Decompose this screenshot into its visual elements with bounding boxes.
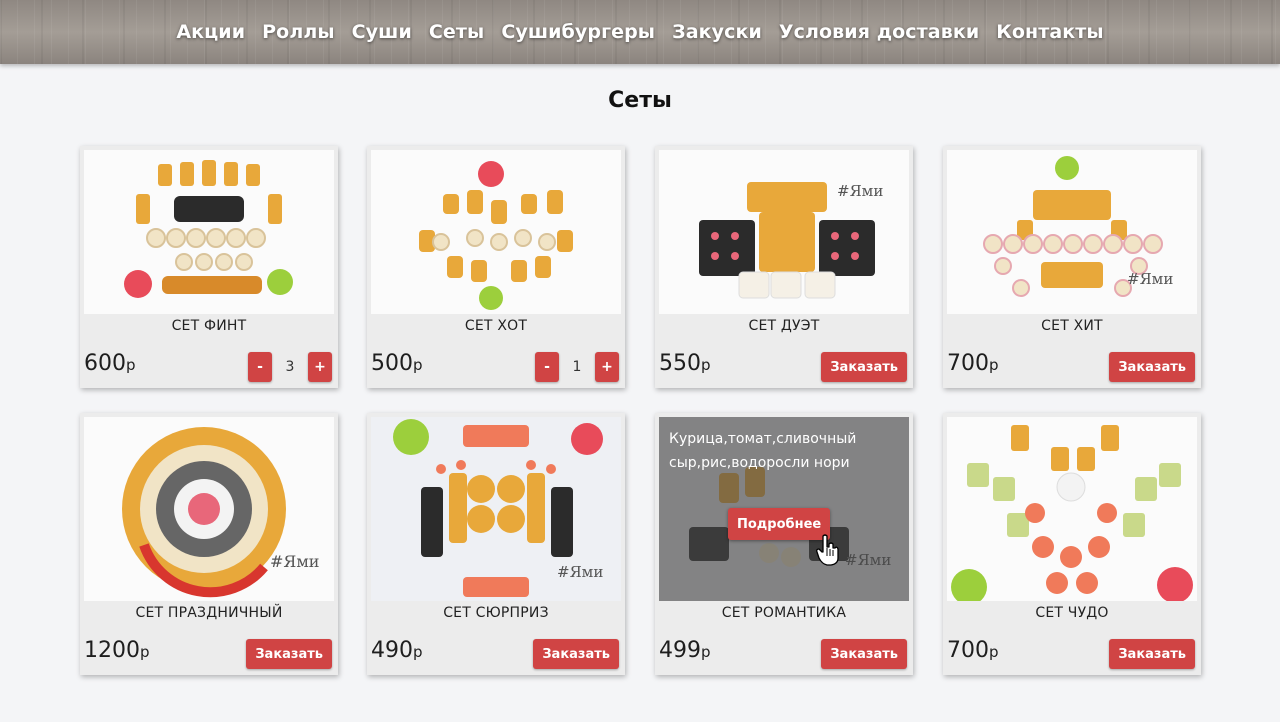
product-hover-overlay: Курица,томат,сливочный сыр,рис,водоросли… [659, 417, 909, 601]
nav-link-delivery-terms[interactable]: Условия доставки [779, 21, 979, 43]
product-name: СЕТ ПРАЗДНИЧНЫЙ [135, 605, 283, 621]
product-image[interactable] [947, 417, 1197, 601]
product-name: СЕТ СЮРПРИЗ [443, 605, 549, 621]
svg-text:#Ями: #Ями [837, 182, 883, 200]
quantity-value: 1 [572, 359, 582, 375]
product-price: 499р [659, 638, 711, 663]
product-name: СЕТ ДУЭТ [748, 318, 820, 334]
product-image[interactable]: #Ями Курица,томат,сливочный сыр,рис,водо… [659, 417, 909, 601]
nav-link-sushiburgers[interactable]: Сушибургеры [501, 21, 655, 43]
product-card: #Ями СЕТ СЮРПРИЗ 490р Заказать [367, 413, 625, 675]
increase-button[interactable]: + [595, 352, 619, 382]
nav-link-sets[interactable]: Сеты [429, 21, 484, 43]
nav-link-rolls[interactable]: Роллы [262, 21, 335, 43]
quantity-stepper: - 1 + [535, 352, 619, 382]
product-card: #Ями Курица,томат,сливочный сыр,рис,водо… [655, 413, 913, 675]
svg-text:#Ями: #Ями [270, 552, 319, 571]
product-price: 500р [371, 351, 423, 376]
product-card: СЕТ ХОТ 500р - 1 + [367, 146, 625, 388]
top-navigation: Акции Роллы Суши Сеты Сушибургеры Закуск… [0, 0, 1280, 64]
product-image[interactable]: #Ями [84, 417, 334, 601]
decrease-button[interactable]: - [248, 352, 272, 382]
product-card: #Ями СЕТ ХИТ 700р Заказать [943, 146, 1201, 388]
order-button[interactable]: Заказать [246, 639, 332, 669]
product-card: #Ями СЕТ ДУЭТ 550р Заказать [655, 146, 913, 388]
svg-text:#Ями: #Ями [557, 563, 603, 581]
order-button[interactable]: Заказать [821, 352, 907, 382]
product-description: Курица,томат,сливочный сыр,рис,водоросли… [669, 431, 857, 471]
nav-link-snacks[interactable]: Закуски [672, 21, 762, 43]
product-name: СЕТ ЧУДО [1035, 605, 1109, 621]
quantity-value: 3 [285, 359, 295, 375]
increase-button[interactable]: + [308, 352, 332, 382]
product-name: СЕТ ФИНТ [171, 318, 247, 334]
product-price: 550р [659, 351, 711, 376]
product-price: 490р [371, 638, 423, 663]
product-price: 600р [84, 351, 136, 376]
decrease-button[interactable]: - [535, 352, 559, 382]
nav-link-promotions[interactable]: Акции [176, 21, 245, 43]
details-button[interactable]: Подробнее [728, 508, 831, 540]
product-name: СЕТ РОМАНТИКА [721, 605, 847, 621]
product-price: 1200р [84, 638, 150, 663]
hand-cursor-icon [816, 534, 840, 570]
order-button[interactable]: Заказать [533, 639, 619, 669]
order-button[interactable]: Заказать [1109, 639, 1195, 669]
product-image[interactable]: #Ями [659, 150, 909, 314]
product-image[interactable] [84, 150, 334, 314]
product-image[interactable]: #Ями [371, 417, 621, 601]
product-price: 700р [947, 351, 999, 376]
product-image[interactable]: #Ями [947, 150, 1197, 314]
product-card: #Ями СЕТ ПРАЗДНИЧНЫЙ 1200р Заказать [80, 413, 338, 675]
product-price: 700р [947, 638, 999, 663]
page-title: Сеты [608, 88, 672, 113]
order-button[interactable]: Заказать [821, 639, 907, 669]
order-button[interactable]: Заказать [1109, 352, 1195, 382]
product-card: СЕТ ЧУДО 700р Заказать [943, 413, 1201, 675]
svg-text:#Ями: #Ями [1127, 270, 1173, 288]
product-name: СЕТ ХИТ [1041, 318, 1103, 334]
product-image[interactable] [371, 150, 621, 314]
product-name: СЕТ ХОТ [464, 318, 528, 334]
nav-link-contacts[interactable]: Контакты [996, 21, 1103, 43]
product-card: СЕТ ФИНТ 600р - 3 + [80, 146, 338, 388]
quantity-stepper: - 3 + [248, 352, 332, 382]
nav-link-sushi[interactable]: Суши [352, 21, 412, 43]
